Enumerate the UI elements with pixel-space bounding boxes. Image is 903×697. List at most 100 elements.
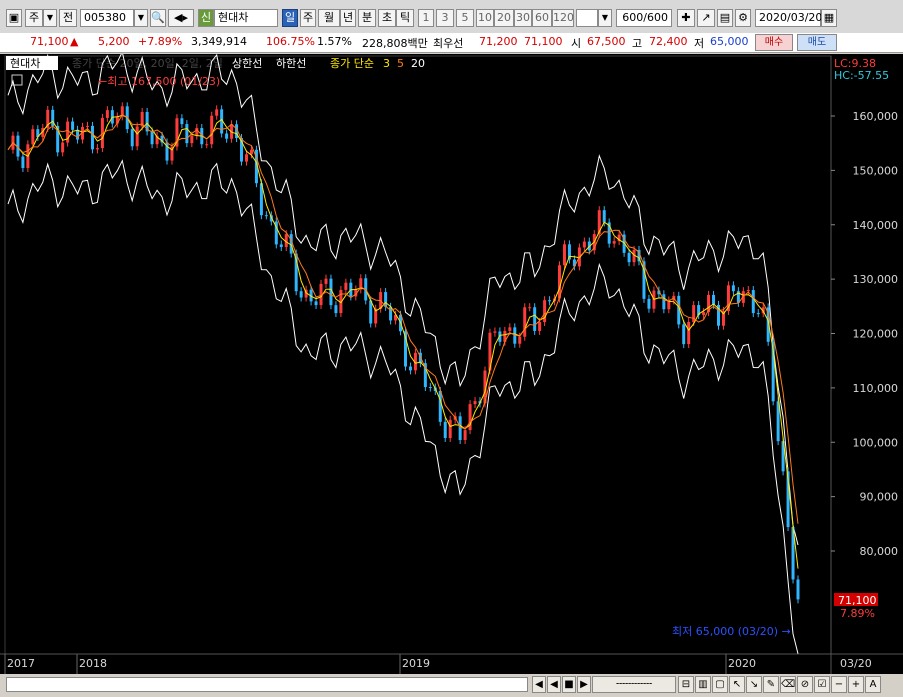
stock-code-input[interactable]: 005380 (80, 9, 134, 27)
legend-ma-3: 3 (383, 57, 390, 70)
crosshair-icon[interactable]: ✚ (677, 9, 695, 27)
tool-icon[interactable]: ⊘ (797, 676, 813, 693)
candle-body (205, 144, 209, 146)
current-pct-label: 7.89% (840, 607, 875, 620)
date-input[interactable]: 2020/03/20 (755, 9, 822, 27)
candle-body (31, 129, 35, 145)
window-menu-icon[interactable]: ▣ (6, 9, 22, 27)
eraser-icon[interactable]: ⌫ (780, 676, 796, 693)
candle-body (279, 244, 283, 248)
interval-custom-input[interactable] (576, 9, 598, 27)
y-tick-label: 120,000 (853, 328, 899, 341)
hc-indicator: HC:-57.55 (834, 69, 889, 82)
x-tick-label: 2017 (7, 657, 35, 670)
y-tick-label: 140,000 (853, 219, 899, 232)
period-tick[interactable]: 틱 (396, 9, 414, 27)
scroll-track[interactable] (6, 677, 528, 692)
candle-body (796, 579, 800, 600)
candle-body (408, 366, 412, 371)
count-total: /600 (643, 11, 668, 24)
period-second[interactable]: 초 (378, 9, 396, 27)
period-week[interactable]: 주 (300, 9, 316, 27)
candle-body (264, 215, 268, 217)
period-day[interactable]: 일 (282, 9, 298, 27)
low-label: 저 (694, 37, 705, 50)
period-minute[interactable]: 분 (358, 9, 376, 27)
calendar-icon[interactable]: ▦ (821, 9, 837, 27)
price-chart[interactable]: 현대차 종가 단순 20일, 20일, 2일, 2일 상한선 하한선 종가 단순… (0, 54, 903, 674)
period-type-select[interactable]: 주 (25, 9, 43, 27)
pencil-icon[interactable]: ✎ (763, 676, 779, 693)
candle-body (249, 149, 253, 155)
high-price: 72,400 (649, 35, 688, 48)
candle-body (210, 115, 214, 145)
period-year[interactable]: 년 (340, 9, 356, 27)
new-badge: 신 (198, 9, 214, 27)
period-dropdown-icon[interactable]: ▼ (43, 9, 57, 27)
candle-body (448, 419, 452, 439)
interval-60[interactable]: 60 (532, 9, 552, 27)
buy-button[interactable]: 매수 (755, 34, 793, 51)
candle-body (662, 294, 666, 310)
cursor-icon[interactable]: ↖ (729, 676, 745, 693)
interval-10[interactable]: 10 (476, 9, 494, 27)
chart-panel[interactable]: 현대차 종가 단순 20일, 20일, 2일, 2일 상한선 하한선 종가 단순… (0, 54, 903, 674)
candle-body (687, 321, 691, 345)
legend-ma-20: 20 (411, 57, 425, 70)
best-quote-label: 최우선 (433, 37, 464, 50)
stock-name-field: 현대차 (214, 9, 278, 27)
up-arrow-icon: ▲ (70, 35, 79, 48)
candle-body (602, 210, 606, 223)
candle-body (324, 278, 328, 284)
candle-body (190, 135, 194, 144)
count-input[interactable]: 600/600 (616, 9, 672, 27)
interval-1[interactable]: 1 (418, 9, 434, 27)
settings-gear-icon[interactable]: ⚙ (735, 9, 751, 27)
candle-body (85, 125, 89, 127)
x-tick-label: 2019 (402, 657, 430, 670)
interval-20[interactable]: 20 (494, 9, 514, 27)
stop-icon[interactable]: ■ (562, 676, 576, 693)
high-label: 고 (632, 37, 643, 50)
candle-body (463, 430, 467, 441)
interval-dropdown-icon[interactable]: ▼ (598, 9, 612, 27)
candle-body (215, 109, 219, 116)
min-annotation: 최저 65,000 (03/20) → (672, 625, 791, 638)
candle-body (528, 307, 532, 309)
step-left-icon[interactable]: ◀ (547, 676, 561, 693)
open-label: 시 (571, 37, 582, 50)
zoom-slider[interactable]: ╌╌╌╌╌╌ (592, 676, 676, 693)
layout-icon[interactable]: ▥ (695, 676, 711, 693)
interval-30[interactable]: 30 (514, 9, 532, 27)
sell-button[interactable]: 매도 (797, 34, 837, 51)
prev-button[interactable]: 전 (59, 9, 77, 27)
interval-120[interactable]: 120 (552, 9, 574, 27)
window-icon[interactable]: ▢ (712, 676, 728, 693)
scroll-left-icon[interactable]: ◀ (532, 676, 546, 693)
draw-line-icon[interactable]: ↗ (697, 9, 715, 27)
change-percent: +7.89% (138, 35, 183, 48)
sound-icon[interactable]: ◀▸ (168, 9, 194, 27)
best-bid: 71,100 (524, 35, 563, 48)
candle-body (533, 307, 537, 331)
candle-body (627, 252, 631, 263)
step-right-icon[interactable]: ▶ (577, 676, 591, 693)
candle-body (76, 129, 80, 140)
candle-body (582, 241, 586, 248)
trend-icon[interactable]: ↘ (746, 676, 762, 693)
save-icon[interactable]: ▤ (717, 9, 733, 27)
interval-5[interactable]: 5 (456, 9, 474, 27)
plus-icon[interactable]: + (848, 676, 864, 693)
turnover-rate: 1.57% (317, 35, 352, 48)
zoom-reset-icon[interactable]: ⊟ (678, 676, 694, 693)
code-dropdown-icon[interactable]: ▼ (134, 9, 148, 27)
interval-3[interactable]: 3 (436, 9, 454, 27)
candle-body (180, 118, 184, 125)
max-annotation: ←최고 167,500 (01/23) (98, 75, 220, 88)
minus-icon[interactable]: − (831, 676, 847, 693)
candle-body (299, 291, 303, 298)
search-icon[interactable]: 🔍 (150, 9, 166, 27)
period-month[interactable]: 월 (318, 9, 340, 27)
check-icon[interactable]: ☑ (814, 676, 830, 693)
auto-icon[interactable]: A (865, 676, 881, 693)
